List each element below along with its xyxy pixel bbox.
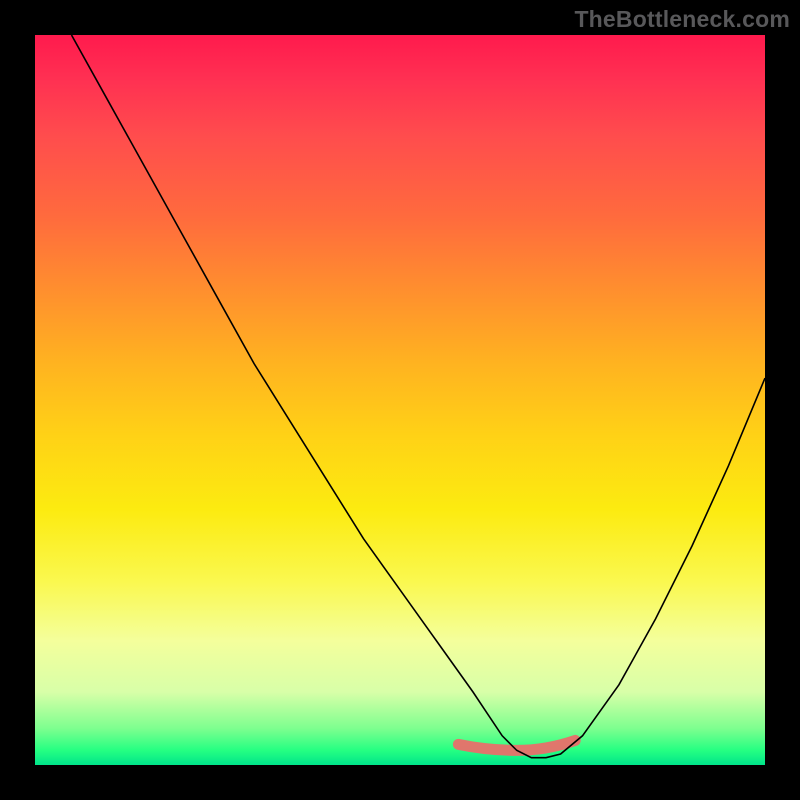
chart-svg: [35, 35, 765, 765]
bottleneck-curve-line: [72, 35, 766, 758]
optimal-range-highlight: [458, 740, 575, 750]
chart-container: TheBottleneck.com: [0, 0, 800, 800]
plot-area: [35, 35, 765, 765]
watermark-text: TheBottleneck.com: [574, 6, 790, 33]
